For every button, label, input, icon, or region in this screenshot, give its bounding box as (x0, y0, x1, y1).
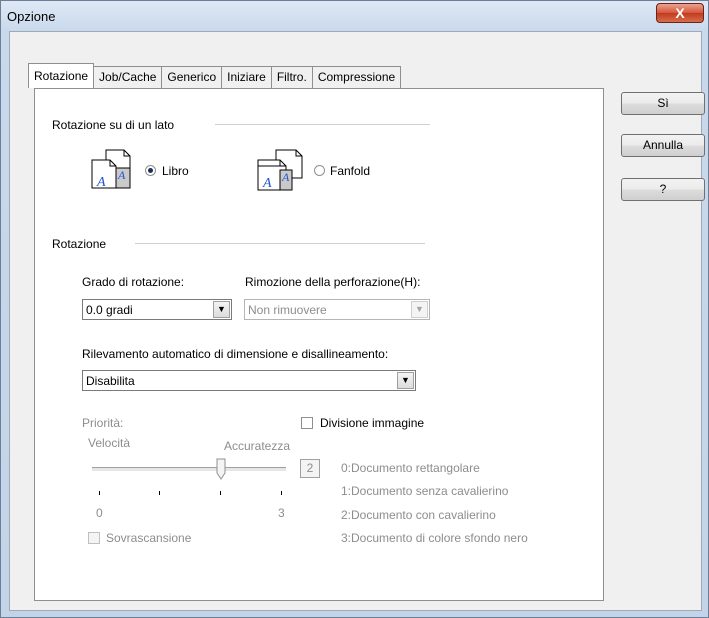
priority-slider-track[interactable] (92, 467, 286, 472)
group-divider (215, 124, 430, 125)
speed-label: Velocità (88, 436, 131, 450)
help-button[interactable]: ? (621, 178, 705, 201)
degree-select[interactable]: 0.0 gradi ▼ (82, 299, 232, 320)
libro-label: Libro (162, 164, 189, 178)
punch-removal-label: Rimozione della perforazione(H): (245, 275, 421, 289)
priority-value-box: 2 (300, 459, 320, 478)
svg-text:A: A (117, 168, 126, 182)
libro-radio[interactable] (145, 165, 156, 176)
punch-removal-select[interactable]: Non rimuovere ▼ (244, 299, 430, 320)
chevron-down-icon[interactable]: ▼ (213, 301, 230, 318)
doc-type-1: 1:Documento senza cavalierino (341, 484, 509, 498)
svg-text:A: A (262, 176, 272, 191)
overscan-checkbox[interactable] (88, 532, 100, 544)
window-title: Opzione (7, 9, 56, 24)
group-divider (135, 243, 425, 244)
title-bar[interactable]: Opzione X (1, 1, 708, 31)
slider-min-label: 0 (96, 506, 103, 520)
split-image-checkbox[interactable] (301, 417, 313, 429)
cancel-button[interactable]: Annulla (621, 134, 705, 157)
tab-job-cache[interactable]: Job/Cache (93, 66, 163, 88)
slider-tick (281, 491, 282, 495)
rotation-group-label: Rotazione (52, 237, 107, 251)
svg-text:A: A (281, 170, 290, 184)
fanfold-radio[interactable] (314, 165, 325, 176)
fanfold-document-icon: A A (257, 149, 303, 191)
fanfold-label: Fanfold (330, 164, 371, 178)
doc-type-2: 2:Documento con cavalierino (341, 508, 496, 522)
doc-type-3: 3:Documento di colore sfondo nero (341, 531, 528, 545)
slider-max-label: 3 (278, 506, 285, 520)
doc-type-0: 0:Documento rettangolare (341, 461, 480, 475)
degree-value: 0.0 gradi (86, 303, 133, 317)
auto-detect-select[interactable]: Disabilita ▼ (82, 370, 416, 391)
tab-compressione[interactable]: Compressione (311, 66, 402, 88)
close-icon: X (675, 5, 685, 21)
slider-tick (220, 491, 221, 495)
accuracy-label: Accuratezza (224, 439, 291, 453)
yes-button[interactable]: Sì (621, 92, 705, 115)
tab-rotazione[interactable]: Rotazione (28, 63, 95, 88)
chevron-down-icon[interactable]: ▼ (411, 301, 428, 318)
auto-detect-label: Rilevamento automatico di dimensione e d… (82, 347, 389, 361)
tab-iniziare[interactable]: Iniziare (221, 66, 272, 88)
close-button[interactable]: X (656, 3, 704, 23)
rotation-side-group-label: Rotazione su di un lato (52, 118, 175, 132)
tab-filtro[interactable]: Filtro. (270, 66, 313, 88)
split-image-label: Divisione immagine (320, 416, 425, 430)
book-document-icon: A A (91, 149, 131, 190)
slider-tick (99, 491, 100, 495)
priority-slider-thumb[interactable] (216, 458, 226, 480)
overscan-label: Sovrascansione (106, 531, 192, 545)
degree-label: Grado di rotazione: (82, 275, 185, 289)
punch-removal-value: Non rimuovere (248, 303, 327, 317)
auto-detect-value: Disabilita (86, 374, 135, 388)
svg-text:A: A (96, 175, 106, 190)
priority-label: Priorità: (82, 416, 124, 430)
tab-strip: Rotazione Job/Cache Generico Iniziare Fi… (28, 63, 402, 88)
chevron-down-icon[interactable]: ▼ (397, 372, 414, 389)
slider-tick (159, 491, 160, 495)
tab-generico[interactable]: Generico (161, 66, 223, 88)
